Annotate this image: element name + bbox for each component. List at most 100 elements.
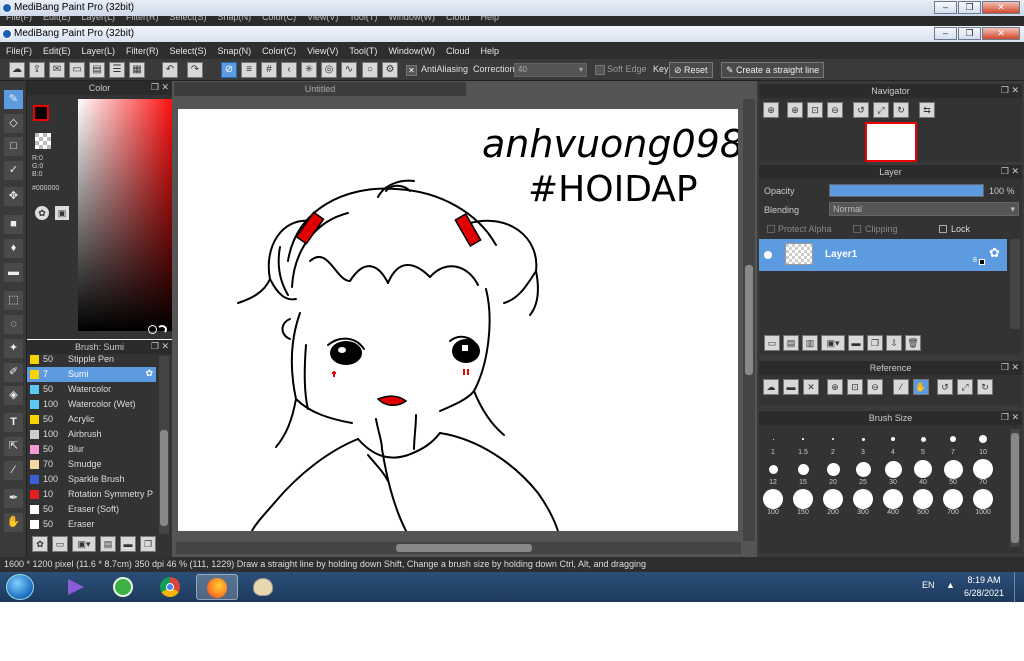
cloud-icon[interactable]: ☁ — [9, 62, 25, 78]
brush-size-preset[interactable] — [861, 437, 865, 441]
brush-size-preset[interactable] — [914, 460, 932, 478]
primary-color-swatch[interactable] — [33, 105, 49, 121]
hue-cursor[interactable] — [157, 325, 167, 334]
visual-studio-taskbar-icon[interactable] — [56, 574, 98, 600]
lasso-tool-icon[interactable]: ◌ — [4, 315, 23, 334]
clock-time[interactable]: 8:19 AM — [966, 575, 1002, 585]
back-close-button[interactable]: ✕ — [982, 1, 1020, 14]
brush-list-item[interactable]: 50 Stipple Pen — [27, 352, 156, 367]
vanishing-snap-icon[interactable]: ‹ — [281, 62, 297, 78]
trash-icon[interactable]: 🗑 — [905, 335, 921, 351]
concentric-snap-icon[interactable]: ◎ — [321, 62, 337, 78]
brush-list-item[interactable]: 50 Blur — [27, 442, 156, 457]
correction-select[interactable]: 40 ▾ — [514, 63, 587, 77]
paint-taskbar-icon[interactable] — [243, 574, 285, 600]
brush-size-preset[interactable] — [772, 438, 774, 440]
undo-icon[interactable]: ↶ — [162, 62, 178, 78]
upload-icon[interactable]: ⇪ — [29, 62, 45, 78]
zoom-out-icon[interactable]: ⊖ — [827, 102, 843, 118]
text-tool-icon[interactable]: T — [4, 413, 23, 432]
canvas-tab[interactable]: Untitled — [174, 82, 466, 96]
close-icon[interactable]: ❐ ✕ — [1001, 85, 1019, 96]
brush-size-preset[interactable] — [768, 464, 778, 474]
menu-filter[interactable]: Filter(R) — [126, 46, 159, 56]
brush-size-preset[interactable] — [979, 435, 987, 443]
close-reference-icon[interactable]: ✕ — [803, 379, 819, 395]
brush-list-item[interactable]: 50 Eraser (Soft) — [27, 502, 156, 517]
brush-size-preset[interactable] — [855, 461, 871, 477]
hand-icon[interactable]: ✋ — [913, 379, 929, 395]
radial-snap-icon[interactable]: ✳ — [301, 62, 317, 78]
blending-select[interactable]: Normal ▾ — [829, 202, 1019, 216]
brush-size-preset[interactable] — [853, 489, 873, 509]
menu-select[interactable]: Select(S) — [170, 46, 207, 56]
add-layer-dropdown-icon[interactable]: ▣▾ — [821, 335, 845, 351]
clipping-checkbox[interactable] — [853, 225, 861, 233]
eraser-tool-icon[interactable]: ◇ — [4, 114, 23, 133]
cloud-icon[interactable]: ☁ — [763, 379, 779, 395]
brush-size-preset[interactable] — [883, 489, 903, 509]
clock-date[interactable]: 6/28/2021 — [960, 588, 1008, 598]
bucket-tool-icon[interactable]: ♦ — [4, 239, 23, 258]
redo-icon[interactable]: ↷ — [187, 62, 203, 78]
brush-list-item[interactable]: 70 Smudge — [27, 457, 156, 472]
curve-snap-icon[interactable]: ∿ — [341, 62, 357, 78]
new-halftone-layer-icon[interactable]: ▤ — [783, 335, 799, 351]
eye-icon[interactable] — [764, 251, 772, 259]
secondary-color-swatch[interactable] — [35, 133, 51, 149]
back-window-titlebar[interactable]: MediBang Paint Pro (32bit) – ❐ ✕ — [0, 0, 1024, 16]
create-straight-line-button[interactable]: ✎ Create a straight line — [721, 62, 825, 78]
brush-size-preset[interactable] — [913, 489, 933, 509]
menu-snap[interactable]: Snap(N) — [218, 46, 252, 56]
menu-edit[interactable]: Edit(E) — [43, 46, 71, 56]
saturation-value-picker[interactable] — [78, 99, 179, 331]
close-icon[interactable]: ❐ ✕ — [151, 341, 169, 352]
start-button[interactable] — [6, 574, 34, 600]
green-app-taskbar-icon[interactable] — [103, 574, 145, 600]
brush-size-preset[interactable] — [950, 436, 956, 442]
brush-list-item[interactable]: 100 Watercolor (Wet) — [27, 397, 156, 412]
add-brush-icon[interactable]: ▭ — [52, 536, 68, 552]
pen-tool-icon[interactable]: ✒ — [4, 489, 23, 508]
brush-size-preset[interactable] — [793, 489, 813, 509]
new-page-icon[interactable]: ▭ — [69, 62, 85, 78]
antialiasing-checkbox[interactable]: ✕ — [406, 65, 417, 76]
layer-row[interactable]: Layer1 8 ✿ — [759, 239, 1007, 271]
gear-icon[interactable]: ✿ — [989, 245, 1000, 261]
folder-icon[interactable]: ▬ — [783, 379, 799, 395]
new-8bit-layer-icon[interactable]: ▥ — [802, 335, 818, 351]
brush-size-preset[interactable] — [943, 489, 963, 509]
back-maximize-button[interactable]: ❐ — [958, 1, 981, 14]
fill-rect-tool-icon[interactable]: ■ — [4, 215, 23, 234]
parallel-snap-icon[interactable]: ≡ — [241, 62, 257, 78]
brush-size-preset[interactable] — [832, 438, 834, 440]
curve-tool-icon[interactable]: ✓ — [4, 161, 23, 180]
magic-wand-tool-icon[interactable]: ✦ — [4, 339, 23, 358]
palette-icon[interactable]: ✿ — [35, 206, 49, 220]
close-icon[interactable]: ❐ ✕ — [1001, 166, 1019, 177]
brush-folder-icon[interactable]: ▬ — [120, 536, 136, 552]
rotate-left-icon[interactable]: ↺ — [937, 379, 953, 395]
circle-snap-icon[interactable]: ○ — [362, 62, 378, 78]
zoom-in-icon[interactable]: ⊕ — [827, 379, 843, 395]
fit-view-icon[interactable]: ⊡ — [847, 379, 863, 395]
select-rect-tool-icon[interactable]: ⬚ — [4, 291, 23, 310]
tray-arrow-icon[interactable]: ▲ — [946, 580, 955, 590]
settings-snap-icon[interactable]: ⚙ — [382, 62, 398, 78]
brush-size-preset[interactable] — [823, 489, 843, 509]
menu-cloud[interactable]: Cloud — [446, 46, 470, 56]
shape-tool-icon[interactable]: □ — [4, 137, 23, 156]
brush-list-item[interactable]: 10 Rotation Symmetry P — [27, 487, 156, 502]
canvas-horizontal-scrollbar[interactable] — [176, 542, 741, 554]
brush-copy-icon[interactable]: ❐ — [140, 536, 156, 552]
menu-help[interactable]: Help — [480, 46, 499, 56]
sv-cursor[interactable] — [148, 325, 157, 334]
brush-list-item[interactable]: 50 Acrylic — [27, 412, 156, 427]
rotate-right-icon[interactable]: ↻ — [893, 102, 909, 118]
zoom-in-icon[interactable]: ⊕ — [787, 102, 803, 118]
window-titlebar[interactable]: MediBang Paint Pro (32bit) – ❐ ✕ — [0, 26, 1024, 42]
hand-tool-icon[interactable]: ✋ — [4, 513, 23, 532]
close-icon[interactable]: ❐ ✕ — [1001, 362, 1019, 373]
brush-list-item[interactable]: 50 Watercolor — [27, 382, 156, 397]
zoom-in-icon[interactable]: ⊕ — [763, 102, 779, 118]
